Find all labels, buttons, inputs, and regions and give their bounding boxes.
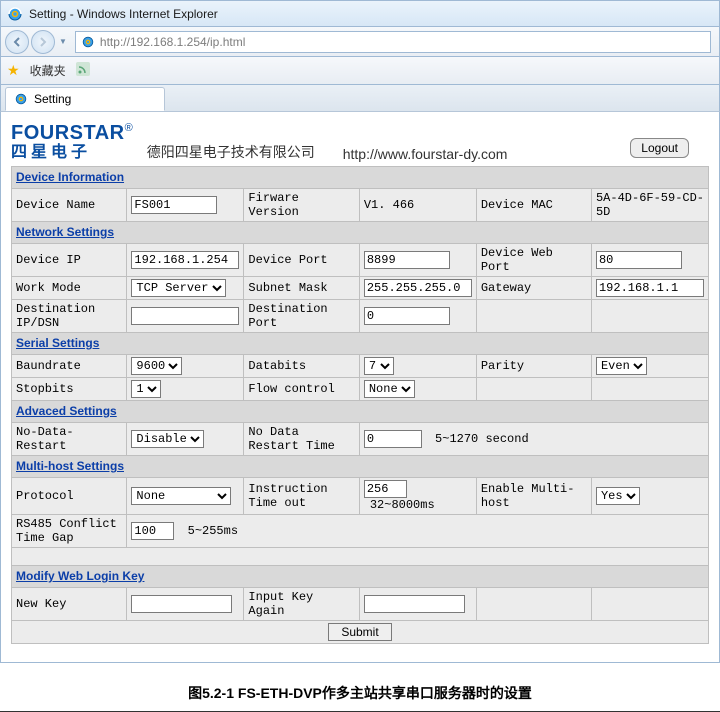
label-work-mode: Work Mode [12, 276, 127, 299]
label-flow: Flow control [244, 377, 359, 400]
device-port-input[interactable] [364, 251, 450, 269]
work-mode-select[interactable]: TCP Server [131, 279, 226, 297]
settings-table: Device Information Device Name Firware V… [11, 166, 709, 644]
stopbits-select[interactable]: 1 [131, 380, 161, 398]
no-data-hint: 5~1270 second [435, 432, 529, 446]
feed-icon[interactable] [76, 62, 90, 79]
star-icon[interactable]: ★ [7, 62, 20, 79]
section-network: Network Settings [12, 221, 709, 243]
page-content: FOURSTAR® 四星电子 德阳四星电子技术有限公司 http://www.f… [0, 112, 720, 663]
brand-logo: FOURSTAR® 四星电子 [11, 122, 133, 162]
subnet-mask-input[interactable] [364, 279, 472, 297]
label-protocol: Protocol [12, 477, 127, 514]
blank-row [12, 547, 709, 565]
new-key-input[interactable] [131, 595, 232, 613]
brand-name: FOURSTAR [11, 122, 125, 144]
submit-button[interactable]: Submit [328, 623, 391, 641]
brand-header: FOURSTAR® 四星电子 德阳四星电子技术有限公司 http://www.f… [11, 122, 709, 162]
window-title: Setting - Windows Internet Explorer [29, 7, 218, 21]
key-again-input[interactable] [364, 595, 465, 613]
label-dest-port: Destination Port [244, 299, 359, 332]
label-new-key: New Key [12, 587, 127, 620]
value-firmware-version: V1. 466 [359, 188, 476, 221]
brand-name-cn: 四星电子 [11, 144, 133, 162]
registered-icon: ® [125, 122, 133, 134]
databits-select[interactable]: 7 [364, 357, 394, 375]
url-text: http://192.168.1.254/ip.html [100, 35, 706, 49]
no-data-restart-select[interactable]: Disable [131, 430, 204, 448]
device-ip-input[interactable] [131, 251, 239, 269]
label-device-ip: Device IP [12, 243, 127, 276]
baudrate-select[interactable]: 9600 [131, 357, 182, 375]
rs485-gap-input[interactable] [131, 522, 174, 540]
device-web-port-input[interactable] [596, 251, 682, 269]
label-gateway: Gateway [476, 276, 591, 299]
favorites-label[interactable]: 收藏夹 [30, 62, 66, 79]
section-multihost: Multi-host Settings [12, 455, 709, 477]
label-enable-multi: Enable Multi-host [476, 477, 591, 514]
rs485-hint: 5~255ms [188, 524, 238, 538]
label-device-mac: Device MAC [476, 188, 591, 221]
logout-button[interactable]: Logout [630, 138, 689, 158]
label-stopbits: Stopbits [12, 377, 127, 400]
parity-select[interactable]: Even [596, 357, 647, 375]
section-modify-key: Modify Web Login Key [12, 565, 709, 587]
label-rs485-gap: RS485 Conflict Time Gap [12, 514, 127, 547]
navigation-bar: ▼ http://192.168.1.254/ip.html [0, 26, 720, 56]
window-titlebar: Setting - Windows Internet Explorer [0, 0, 720, 26]
section-device-info: Device Information [12, 166, 709, 188]
label-databits: Databits [244, 354, 359, 377]
label-no-data-time: No Data Restart Time [244, 422, 359, 455]
ie-tab-icon [14, 92, 28, 106]
flow-select[interactable]: None [364, 380, 415, 398]
back-button[interactable] [5, 30, 29, 54]
device-name-input[interactable] [131, 196, 217, 214]
tab-setting[interactable]: Setting [5, 87, 165, 111]
instruction-timeout-input[interactable] [364, 480, 407, 498]
divider-line [0, 711, 720, 712]
instruction-hint: 32~8000ms [370, 498, 435, 512]
company-name: 德阳四星电子技术有限公司 [147, 142, 315, 162]
label-device-web-port: Device Web Port [476, 243, 591, 276]
forward-button[interactable] [31, 30, 55, 54]
dest-port-input[interactable] [364, 307, 450, 325]
no-data-time-input[interactable] [364, 430, 422, 448]
figure-caption: 图5.2-1 FS-ETH-DVP作多主站共享串口服务器时的设置 [0, 683, 720, 703]
dropdown-arrow-icon[interactable]: ▼ [59, 37, 67, 46]
label-baudrate: Baundrate [12, 354, 127, 377]
label-subnet-mask: Subnet Mask [244, 276, 359, 299]
ie-page-icon [80, 34, 96, 50]
section-serial: Serial Settings [12, 332, 709, 354]
section-advanced: Advaced Settings [12, 400, 709, 422]
label-device-name: Device Name [12, 188, 127, 221]
address-bar[interactable]: http://192.168.1.254/ip.html [75, 31, 711, 53]
label-instruction-timeout: Instruction Time out [244, 477, 359, 514]
label-parity: Parity [476, 354, 591, 377]
ie-icon [7, 6, 23, 22]
label-device-port: Device Port [244, 243, 359, 276]
protocol-select[interactable]: None [131, 487, 231, 505]
label-dest-ip: Destination IP/DSN [12, 299, 127, 332]
label-no-data-restart: No-Data-Restart [12, 422, 127, 455]
gateway-input[interactable] [596, 279, 704, 297]
favorites-bar: ★ 收藏夹 [0, 56, 720, 84]
company-url: http://www.fourstar-dy.com [343, 146, 508, 162]
tab-strip: Setting [0, 84, 720, 112]
label-key-again: Input Key Again [244, 587, 359, 620]
dest-ip-input[interactable] [131, 307, 239, 325]
value-device-mac: 5A-4D-6F-59-CD-5D [591, 188, 708, 221]
tab-label: Setting [34, 92, 71, 106]
label-firmware-version: Firware Version [244, 188, 359, 221]
enable-multi-select[interactable]: Yes [596, 487, 640, 505]
